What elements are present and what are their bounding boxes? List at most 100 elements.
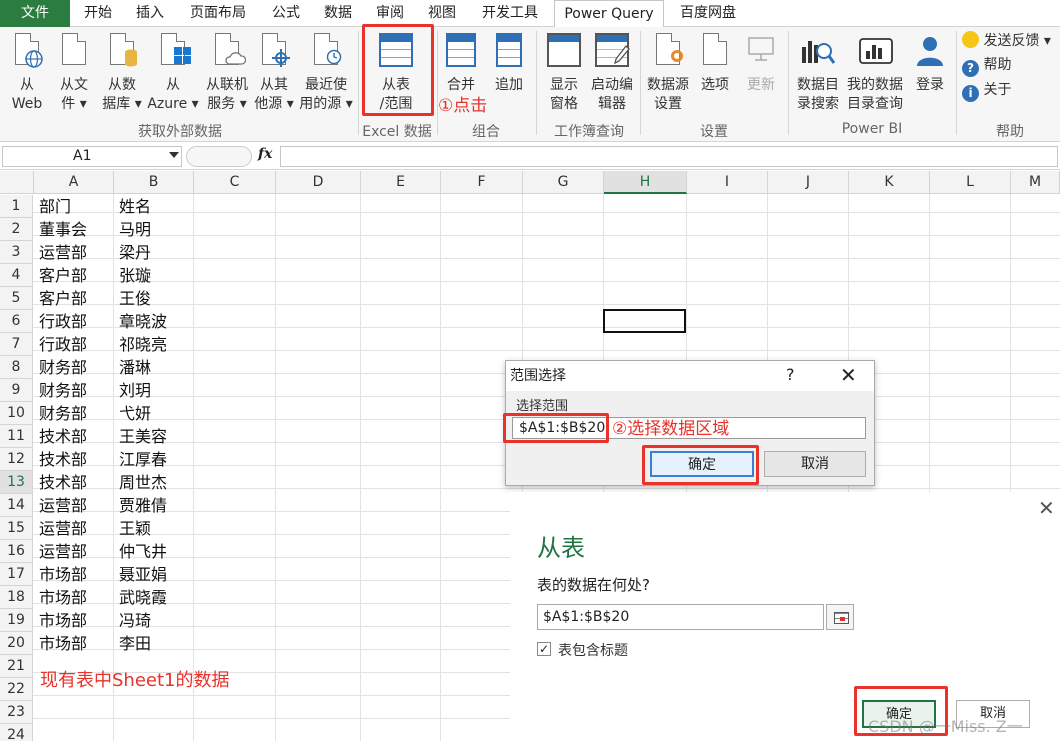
table-range-input[interactable]: $A$1:$B$20 bbox=[537, 604, 824, 630]
cell-department[interactable]: 市场部 bbox=[34, 563, 87, 586]
column-header[interactable]: H bbox=[604, 171, 687, 194]
row-header[interactable]: 14 bbox=[0, 494, 33, 517]
column-header[interactable]: D bbox=[276, 171, 361, 194]
row-header[interactable]: 18 bbox=[0, 586, 33, 609]
cell-department[interactable]: 运营部 bbox=[34, 517, 87, 540]
help-button[interactable]: ? 帮助 bbox=[962, 56, 1058, 77]
cell-department[interactable] bbox=[34, 678, 39, 701]
row-header[interactable]: 24 bbox=[0, 724, 33, 741]
close-icon[interactable]: ✕ bbox=[840, 363, 857, 387]
cell-department[interactable]: 技术部 bbox=[34, 448, 87, 471]
row-header[interactable]: 20 bbox=[0, 632, 33, 655]
cell-department[interactable]: 客户部 bbox=[34, 264, 87, 287]
tab-review[interactable]: 审阅 bbox=[368, 0, 412, 27]
cell-department[interactable]: 技术部 bbox=[34, 471, 87, 494]
cell-name[interactable]: 王美容 bbox=[114, 425, 167, 448]
close-icon[interactable]: ✕ bbox=[1038, 496, 1055, 520]
cell-name[interactable]: 姓名 bbox=[114, 195, 151, 218]
tab-insert[interactable]: 插入 bbox=[128, 0, 172, 27]
cancel-button[interactable]: 取消 bbox=[764, 451, 866, 477]
cell-department[interactable]: 财务部 bbox=[34, 402, 87, 425]
append-button[interactable]: 追加 bbox=[488, 31, 530, 95]
row-header[interactable]: 16 bbox=[0, 540, 33, 563]
from-web-button[interactable]: 从 Web bbox=[6, 31, 48, 114]
row-header[interactable]: 2 bbox=[0, 218, 33, 241]
cell-department[interactable]: 运营部 bbox=[34, 241, 87, 264]
formula-input[interactable] bbox=[280, 146, 1058, 167]
row-header[interactable]: 6 bbox=[0, 310, 33, 333]
cell-department[interactable]: 技术部 bbox=[34, 425, 87, 448]
update-button[interactable]: 更新 bbox=[742, 31, 780, 95]
insert-function-icon[interactable]: fx bbox=[258, 146, 272, 162]
row-header[interactable]: 3 bbox=[0, 241, 33, 264]
tab-view[interactable]: 视图 bbox=[420, 0, 464, 27]
from-database-button[interactable]: 从数 据库 ▾ bbox=[100, 31, 144, 114]
cell-department[interactable]: 市场部 bbox=[34, 586, 87, 609]
cell-department[interactable]: 市场部 bbox=[34, 609, 87, 632]
row-header[interactable]: 19 bbox=[0, 609, 33, 632]
cell-department[interactable]: 运营部 bbox=[34, 494, 87, 517]
row-header[interactable]: 23 bbox=[0, 701, 33, 724]
cell-name[interactable]: 武晓霞 bbox=[114, 586, 167, 609]
recent-sources-button[interactable]: 最近使 用的源 ▾ bbox=[298, 31, 354, 114]
from-online-services-button[interactable]: 从联机 服务 ▾ bbox=[202, 31, 252, 114]
cell-name[interactable]: 弋妍 bbox=[114, 402, 151, 425]
active-cell-cursor[interactable] bbox=[603, 309, 686, 333]
row-header[interactable]: 9 bbox=[0, 379, 33, 402]
tab-page-layout[interactable]: 页面布局 bbox=[180, 0, 256, 27]
row-header[interactable]: 8 bbox=[0, 356, 33, 379]
row-header[interactable]: 11 bbox=[0, 425, 33, 448]
column-header[interactable]: E bbox=[361, 171, 441, 194]
send-feedback-button[interactable]: 发送反馈 ▾ bbox=[962, 31, 1058, 51]
cell-department[interactable] bbox=[34, 724, 39, 741]
launch-editor-button[interactable]: 启动编 辑器 bbox=[588, 31, 636, 114]
about-button[interactable]: i 关于 bbox=[962, 81, 1058, 102]
column-header[interactable]: L bbox=[930, 171, 1011, 194]
column-header[interactable]: G bbox=[523, 171, 604, 194]
cell-department[interactable]: 行政部 bbox=[34, 333, 87, 356]
formula-bar-resize-handle[interactable] bbox=[186, 146, 252, 167]
help-icon[interactable]: ? bbox=[786, 365, 795, 384]
datasource-settings-button[interactable]: 数据源 设置 bbox=[644, 31, 692, 114]
row-header[interactable]: 1 bbox=[0, 195, 33, 218]
tab-power-query[interactable]: Power Query bbox=[554, 0, 664, 28]
row-header[interactable]: 15 bbox=[0, 517, 33, 540]
cell-name[interactable]: 聂亚娟 bbox=[114, 563, 167, 586]
cell-department[interactable]: 行政部 bbox=[34, 310, 87, 333]
cell-name[interactable]: 贾雅倩 bbox=[114, 494, 167, 517]
cell-name[interactable]: 仲飞井 bbox=[114, 540, 167, 563]
cell-department[interactable]: 运营部 bbox=[34, 540, 87, 563]
column-header[interactable]: B bbox=[114, 171, 194, 194]
column-header[interactable]: A bbox=[34, 171, 114, 194]
data-catalog-search-button[interactable]: 数据目 录搜索 bbox=[794, 31, 842, 114]
cell-name[interactable]: 周世杰 bbox=[114, 471, 167, 494]
cell-name[interactable]: 王俊 bbox=[114, 287, 151, 310]
cell-name[interactable]: 张璇 bbox=[114, 264, 151, 287]
row-header[interactable]: 22 bbox=[0, 678, 33, 701]
tab-file[interactable]: 文件 bbox=[0, 0, 70, 27]
cell-name[interactable]: 冯琦 bbox=[114, 609, 151, 632]
cell-department[interactable]: 客户部 bbox=[34, 287, 87, 310]
row-header[interactable]: 13 bbox=[0, 471, 33, 494]
cell-department[interactable]: 董事会 bbox=[34, 218, 87, 241]
cell-name[interactable]: 刘玥 bbox=[114, 379, 151, 402]
name-box[interactable]: A1 bbox=[2, 146, 182, 167]
column-header[interactable]: I bbox=[687, 171, 768, 194]
from-azure-button[interactable]: 从 Azure ▾ bbox=[146, 31, 200, 114]
has-headers-checkbox[interactable]: ✓ bbox=[537, 642, 551, 656]
column-header[interactable]: J bbox=[768, 171, 849, 194]
cell-name[interactable] bbox=[114, 724, 119, 741]
cell-name[interactable]: 马明 bbox=[114, 218, 151, 241]
login-button[interactable]: 登录 bbox=[910, 31, 950, 95]
cell-department[interactable] bbox=[34, 701, 39, 724]
row-header[interactable]: 4 bbox=[0, 264, 33, 287]
row-header[interactable]: 12 bbox=[0, 448, 33, 471]
row-header[interactable]: 5 bbox=[0, 287, 33, 310]
column-header[interactable]: C bbox=[194, 171, 276, 194]
cell-name[interactable]: 章晓波 bbox=[114, 310, 167, 333]
cell-department[interactable] bbox=[34, 655, 39, 678]
cell-name[interactable]: 潘琳 bbox=[114, 356, 151, 379]
my-data-catalog-queries-button[interactable]: 我的数据 目录查询 bbox=[844, 31, 906, 114]
range-picker-icon[interactable] bbox=[826, 604, 854, 630]
show-pane-button[interactable]: 显示 窗格 bbox=[542, 31, 586, 114]
